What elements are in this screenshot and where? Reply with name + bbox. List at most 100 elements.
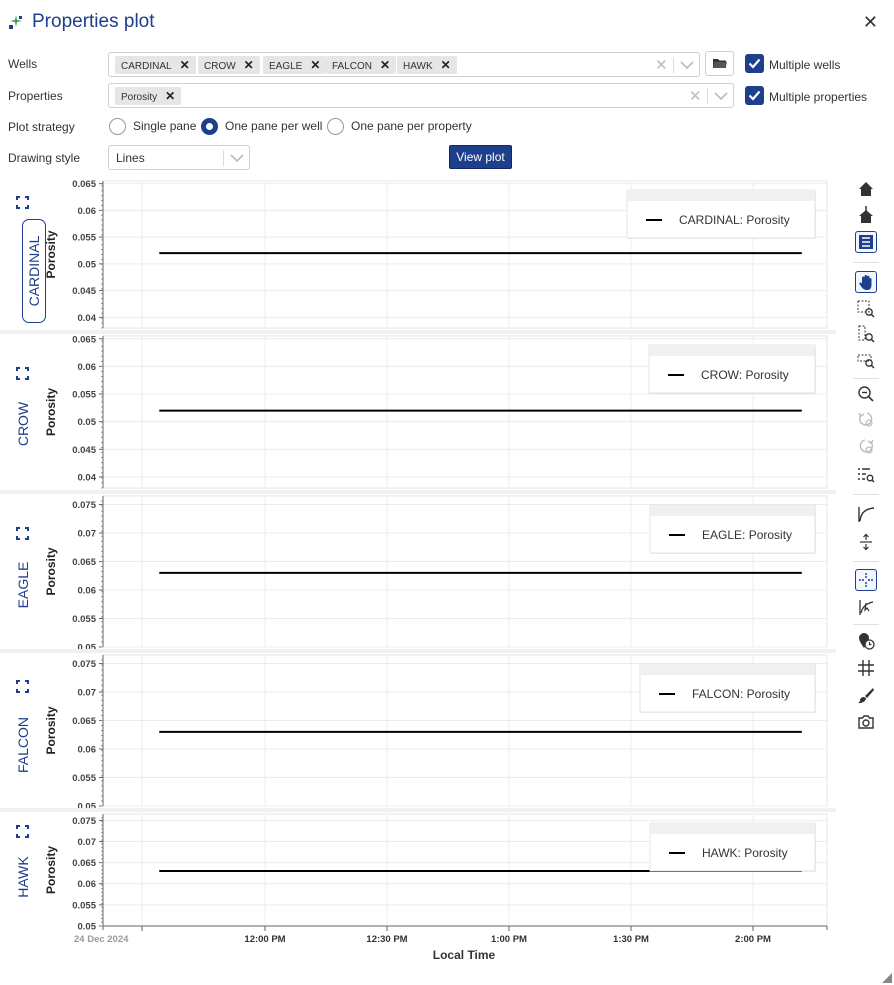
redo-zoom-icon[interactable] xyxy=(855,436,877,458)
multiple-properties-checkbox[interactable] xyxy=(745,86,764,105)
legend-entry: FALCON: Porosity xyxy=(692,687,790,701)
y-tick-label: 0.05 xyxy=(78,417,97,428)
remove-chip-icon[interactable]: ✕ xyxy=(310,58,320,72)
chevron-down-icon[interactable] xyxy=(714,92,728,101)
legend-header xyxy=(650,505,815,516)
y-tick-label: 0.06 xyxy=(78,879,97,890)
well-chip-hawk[interactable]: HAWK ✕ xyxy=(397,56,457,74)
y-axis-label: Porosity xyxy=(44,230,58,278)
property-chip-porosity[interactable]: Porosity ✕ xyxy=(115,87,182,105)
remove-chip-icon[interactable]: ✕ xyxy=(244,58,254,72)
resize-grip-icon[interactable] xyxy=(882,973,892,983)
box-zoom-icon[interactable] xyxy=(855,298,877,320)
well-label-falcon[interactable]: FALCON xyxy=(15,715,31,775)
trace-icon[interactable] xyxy=(855,596,877,618)
y-tick-label: 0.065 xyxy=(72,858,96,869)
expand-icon[interactable] xyxy=(16,527,29,540)
well-label-eagle[interactable]: EAGLE xyxy=(15,555,31,615)
toolbar-divider xyxy=(853,378,879,379)
pan-icon[interactable] xyxy=(855,271,877,293)
x-tick-label: 12:00 PM xyxy=(244,934,285,945)
y-tick-label: 0.065 xyxy=(72,179,96,190)
y-tick-label: 0.075 xyxy=(72,500,96,511)
toolbar-divider xyxy=(853,262,879,263)
pin-time-icon[interactable] xyxy=(855,630,877,652)
legend-entry: CARDINAL: Porosity xyxy=(679,213,790,227)
remove-chip-icon[interactable]: ✕ xyxy=(441,58,451,72)
zoom-out-icon[interactable] xyxy=(855,383,877,405)
expand-icon[interactable] xyxy=(16,680,29,693)
well-label-cardinal[interactable]: CARDINAL xyxy=(22,219,46,323)
folder-icon xyxy=(713,59,727,68)
y-axis-label: Porosity xyxy=(44,547,58,595)
clear-icon[interactable]: ✕ xyxy=(689,87,702,105)
curve-icon[interactable] xyxy=(855,503,877,525)
y-axis-label: Porosity xyxy=(44,706,58,754)
well-label-hawk[interactable]: HAWK xyxy=(15,847,31,907)
properties-select[interactable]: Porosity ✕ ✕ xyxy=(108,83,734,108)
well-chip-falcon[interactable]: FALCON ✕ xyxy=(326,56,397,74)
spacing-icon[interactable] xyxy=(855,531,877,553)
legend-header xyxy=(640,664,815,675)
camera-icon[interactable] xyxy=(855,711,877,733)
pane-separator xyxy=(0,808,836,812)
home-icon[interactable] xyxy=(855,178,877,200)
open-folder-button[interactable] xyxy=(705,51,734,76)
chevron-down-icon[interactable] xyxy=(680,61,694,70)
drawing-style-select[interactable]: Lines xyxy=(108,145,250,170)
crosshair-icon[interactable] xyxy=(855,569,877,591)
well-chip-crow[interactable]: CROW ✕ xyxy=(198,56,260,74)
y-zoom-icon[interactable] xyxy=(855,323,877,345)
multiple-wells-checkbox[interactable] xyxy=(745,54,764,73)
x-tick-label: 12:30 PM xyxy=(366,934,407,945)
y-tick-label: 0.06 xyxy=(78,586,97,597)
y-tick-label: 0.045 xyxy=(72,445,96,456)
zoom-list-icon[interactable] xyxy=(855,464,877,486)
grid-icon[interactable] xyxy=(855,657,877,679)
wells-select[interactable]: CARDINAL ✕ CROW ✕ EAGLE ✕ FALCON ✕ HAWK ✕ ✕ xyxy=(108,52,700,77)
radio-one-pane-per-property-label: One pane per property xyxy=(351,119,472,133)
y-tick-label: 0.065 xyxy=(72,716,96,727)
y-tick-label: 0.07 xyxy=(78,837,97,848)
expand-icon[interactable] xyxy=(16,196,29,209)
chevron-down-icon[interactable] xyxy=(230,154,244,163)
undo-zoom-icon[interactable] xyxy=(855,409,877,431)
well-chip-eagle[interactable]: EAGLE ✕ xyxy=(263,56,327,74)
divider xyxy=(707,88,708,104)
y-tick-label: 0.055 xyxy=(72,390,96,401)
clear-icon[interactable]: ✕ xyxy=(655,56,668,74)
expand-icon[interactable] xyxy=(16,367,29,380)
remove-chip-icon[interactable]: ✕ xyxy=(380,58,390,72)
drawing-style-value: Lines xyxy=(116,151,145,165)
x-axis-label: Local Time xyxy=(433,948,496,962)
reset-axes-icon[interactable] xyxy=(855,204,877,226)
expand-icon[interactable] xyxy=(16,825,29,838)
well-chip-cardinal[interactable]: CARDINAL ✕ xyxy=(115,56,196,74)
paint-brush-icon[interactable] xyxy=(855,684,877,706)
divider xyxy=(673,57,674,73)
window-title: Properties plot xyxy=(32,11,155,32)
view-plot-button[interactable]: View plot xyxy=(449,145,512,169)
radio-single-pane[interactable] xyxy=(109,118,126,135)
x-zoom-icon[interactable] xyxy=(855,349,877,371)
pane-separator xyxy=(0,490,836,494)
y-tick-label: 0.065 xyxy=(72,334,96,345)
check-icon xyxy=(748,90,761,101)
legend-header xyxy=(650,823,815,834)
remove-chip-icon[interactable]: ✕ xyxy=(165,89,175,103)
legend-toggle-icon[interactable] xyxy=(855,231,877,253)
x-tick-label: 2:00 PM xyxy=(735,934,771,945)
properties-label: Properties xyxy=(8,89,63,103)
remove-chip-icon[interactable]: ✕ xyxy=(180,58,190,72)
radio-one-pane-per-property[interactable] xyxy=(327,118,344,135)
y-tick-label: 0.07 xyxy=(78,688,97,699)
properties-plot-canvas[interactable]: 0.0650.060.0550.050.0450.04PorosityCARDI… xyxy=(0,176,840,976)
y-tick-label: 0.055 xyxy=(72,900,96,911)
close-icon[interactable]: ✕ xyxy=(863,12,878,32)
y-tick-label: 0.05 xyxy=(78,922,97,933)
plot-strategy-label: Plot strategy xyxy=(8,120,75,134)
properties-plot-app-icon xyxy=(9,15,22,29)
y-tick-label: 0.06 xyxy=(78,745,97,756)
well-label-crow[interactable]: CROW xyxy=(15,394,31,454)
radio-one-pane-per-well[interactable] xyxy=(201,118,218,135)
